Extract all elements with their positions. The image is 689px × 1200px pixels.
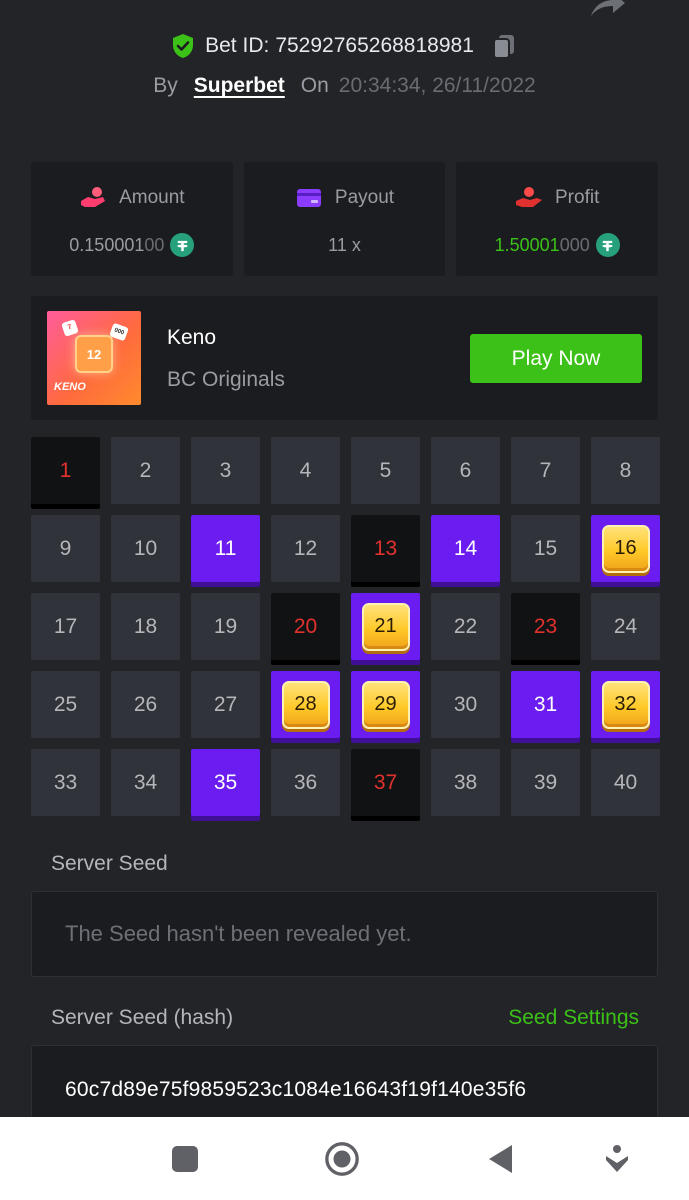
gold-gem-icon: 16 <box>601 524 650 573</box>
profit-label: Profit <box>555 187 600 208</box>
game-card: 7 000 12 KENO Keno BC Originals Play Now <box>31 296 658 420</box>
keno-cell: 3 <box>191 437 260 504</box>
share-icon[interactable] <box>587 0 627 18</box>
thumb-label: KENO <box>54 381 86 393</box>
keno-cell: 1 <box>31 437 100 504</box>
keno-cell: 17 <box>31 593 100 660</box>
seed-settings-link[interactable]: Seed Settings <box>508 1006 639 1030</box>
keno-cell: 15 <box>511 515 580 582</box>
keno-cell: 12 <box>271 515 340 582</box>
keno-cell: 35 <box>191 749 260 816</box>
keno-cell: 14 <box>431 515 500 582</box>
keno-cell: 8 <box>591 437 660 504</box>
server-seed-box: The Seed hasn't been revealed yet. <box>31 891 658 977</box>
keno-cell: 9 <box>31 515 100 582</box>
profit-card: Profit 1.50001000 <box>456 162 659 276</box>
keno-cell: 18 <box>111 593 180 660</box>
tether-icon <box>170 233 195 257</box>
keno-cell: 32 <box>591 671 660 738</box>
keno-cell: 36 <box>271 749 340 816</box>
bet-id-value: 75292765268818981 <box>275 34 474 57</box>
on-label: On <box>300 74 329 97</box>
keno-cell: 6 <box>431 437 500 504</box>
keno-cell: 40 <box>591 749 660 816</box>
server-seed-hash-value: 60c7d89e75f9859523c1084e16643f19f140e35f… <box>65 1078 527 1101</box>
keno-cell: 29 <box>351 671 420 738</box>
coin-hand-icon <box>81 187 106 207</box>
bet-stats: Amount 0.15000100 Payout 11 x Profit 1.5… <box>31 162 659 276</box>
play-now-button[interactable]: Play Now <box>470 334 642 383</box>
copy-icon[interactable] <box>490 32 518 60</box>
wallet-card-icon <box>296 189 321 207</box>
keno-tile-icon: 12 <box>75 335 113 373</box>
keno-cell: 4 <box>271 437 340 504</box>
keno-cell: 16 <box>591 515 660 582</box>
profit-hand-icon <box>516 187 542 207</box>
profit-value: 1.50001000 <box>494 234 590 255</box>
keno-cell: 26 <box>111 671 180 738</box>
bet-id-row: Bet ID: 75292765268818981 <box>0 32 689 60</box>
home-circle-nav-icon[interactable] <box>324 1141 360 1177</box>
keno-cell: 25 <box>31 671 100 738</box>
keno-cell: 13 <box>351 515 420 582</box>
game-name: Keno <box>167 326 217 349</box>
by-label: By <box>153 74 178 97</box>
keno-cell: 5 <box>351 437 420 504</box>
bet-meta-row: By Superbet On 20:34:34, 26/11/2022 <box>0 74 689 98</box>
keno-cell: 34 <box>111 749 180 816</box>
house-link[interactable]: Superbet <box>194 74 285 98</box>
payout-value: 11 x <box>328 234 361 255</box>
keno-cell: 31 <box>511 671 580 738</box>
shield-check-icon <box>173 34 194 58</box>
bet-id-label: Bet ID: <box>205 34 270 57</box>
keno-cell: 19 <box>191 593 260 660</box>
game-provider: BC Originals <box>167 368 285 391</box>
gold-gem-icon: 29 <box>361 680 410 729</box>
square-nav-icon[interactable] <box>167 1141 203 1177</box>
gold-gem-icon: 28 <box>281 680 330 729</box>
keno-cell: 28 <box>271 671 340 738</box>
server-seed-label: Server Seed <box>51 852 168 875</box>
keno-cell: 24 <box>591 593 660 660</box>
keno-cell: 22 <box>431 593 500 660</box>
keno-cell: 23 <box>511 593 580 660</box>
bet-timestamp: 20:34:34, 26/11/2022 <box>338 74 536 97</box>
keno-cell: 39 <box>511 749 580 816</box>
keno-cell: 37 <box>351 749 420 816</box>
server-seed-hash-label: Server Seed (hash) <box>51 1006 234 1029</box>
gold-gem-icon: 32 <box>601 680 650 729</box>
gold-gem-icon: 21 <box>361 602 410 651</box>
tether-icon <box>595 233 620 257</box>
keno-board: 1 2 3 4 5 6 7 8 9 10 11 12 13 14 15 16 17 18 19 20 21 22 23 24 2… <box>31 437 660 816</box>
keno-cell: 20 <box>271 593 340 660</box>
keno-cell: 11 <box>191 515 260 582</box>
keno-cell: 38 <box>431 749 500 816</box>
amount-card: Amount 0.15000100 <box>31 162 233 276</box>
keno-thumbnail[interactable]: 7 000 12 KENO <box>47 311 141 405</box>
payout-card: Payout 11 x <box>243 162 446 276</box>
amount-value: 0.15000100 <box>69 234 165 255</box>
keno-cell: 7 <box>511 437 580 504</box>
keno-cell: 27 <box>191 671 260 738</box>
payout-label: Payout <box>334 187 395 208</box>
keno-cell: 21 <box>351 593 420 660</box>
keno-cell: 30 <box>431 671 500 738</box>
dice-icon: 7 <box>61 319 79 337</box>
server-seed-value: The Seed hasn't been revealed yet. <box>65 921 412 946</box>
download-nav-icon[interactable] <box>599 1141 635 1177</box>
keno-cell: 33 <box>31 749 100 816</box>
keno-cell: 2 <box>111 437 180 504</box>
keno-cell: 10 <box>111 515 180 582</box>
back-triangle-nav-icon[interactable] <box>482 1141 518 1177</box>
amount-label: Amount <box>119 187 185 208</box>
system-nav-bar <box>0 1117 689 1200</box>
